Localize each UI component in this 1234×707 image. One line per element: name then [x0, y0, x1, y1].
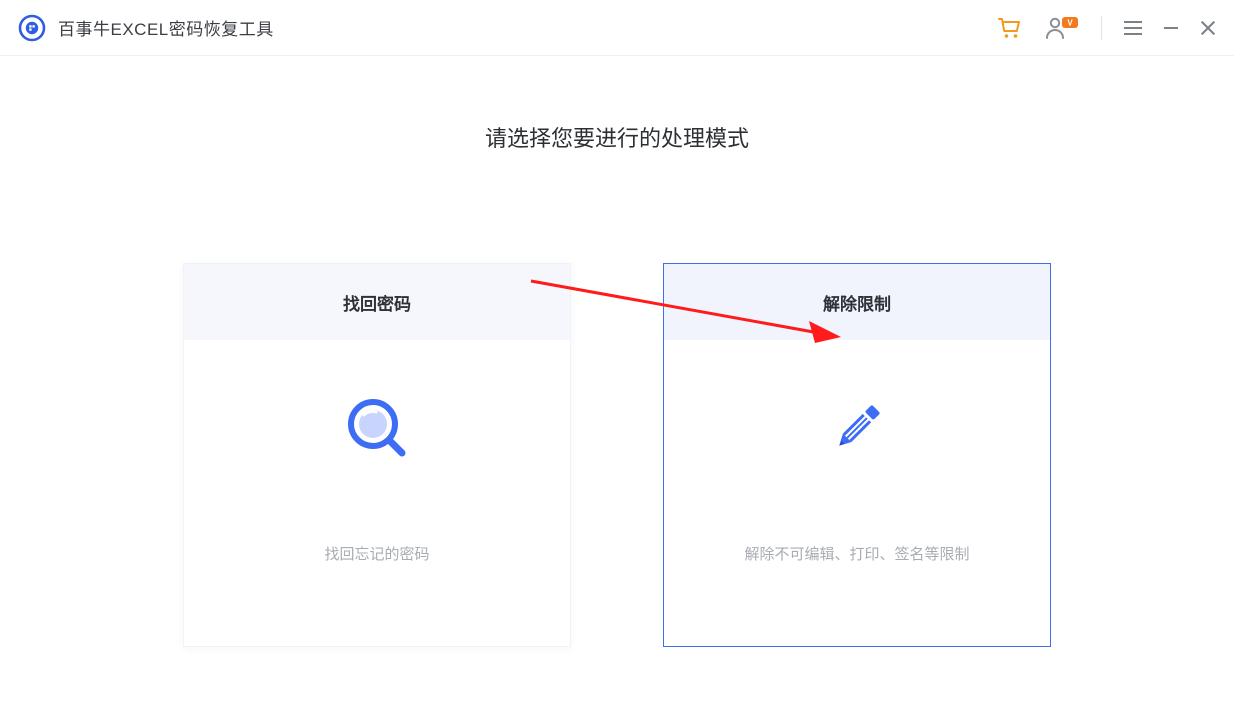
card-description: 解除不可编辑、打印、签名等限制 [744, 543, 969, 564]
main-content: 请选择您要进行的处理模式 找回密码 找回忘记的密码 解除限制 [0, 56, 1234, 647]
card-title: 找回密码 [184, 264, 570, 340]
card-title: 解除限制 [664, 264, 1050, 340]
card-remove-restriction[interactable]: 解除限制 解除不可编辑、打印、签名等限制 [663, 263, 1051, 647]
pencil-icon [824, 393, 890, 463]
card-body: 解除不可编辑、打印、签名等限制 [744, 340, 969, 646]
menu-icon[interactable] [1124, 21, 1142, 35]
svg-text:V: V [1067, 18, 1073, 27]
magnifier-icon [342, 393, 412, 463]
card-body: 找回忘记的密码 [324, 340, 429, 646]
titlebar: 百事牛EXCEL密码恢复工具 V [0, 0, 1234, 56]
cart-icon[interactable] [997, 16, 1023, 40]
app-title: 百事牛EXCEL密码恢复工具 [58, 15, 274, 40]
card-recover-password[interactable]: 找回密码 找回忘记的密码 [183, 263, 571, 647]
card-description: 找回忘记的密码 [324, 543, 429, 564]
titlebar-left: 百事牛EXCEL密码恢复工具 [18, 14, 274, 42]
titlebar-divider [1101, 16, 1102, 40]
page-heading: 请选择您要进行的处理模式 [0, 121, 1234, 153]
account-vip-icon[interactable]: V [1045, 16, 1079, 40]
titlebar-right: V [997, 16, 1216, 40]
close-icon[interactable] [1200, 20, 1216, 36]
cards-container: 找回密码 找回忘记的密码 解除限制 [0, 263, 1234, 647]
minimize-icon[interactable] [1164, 27, 1178, 29]
app-logo [18, 14, 46, 42]
